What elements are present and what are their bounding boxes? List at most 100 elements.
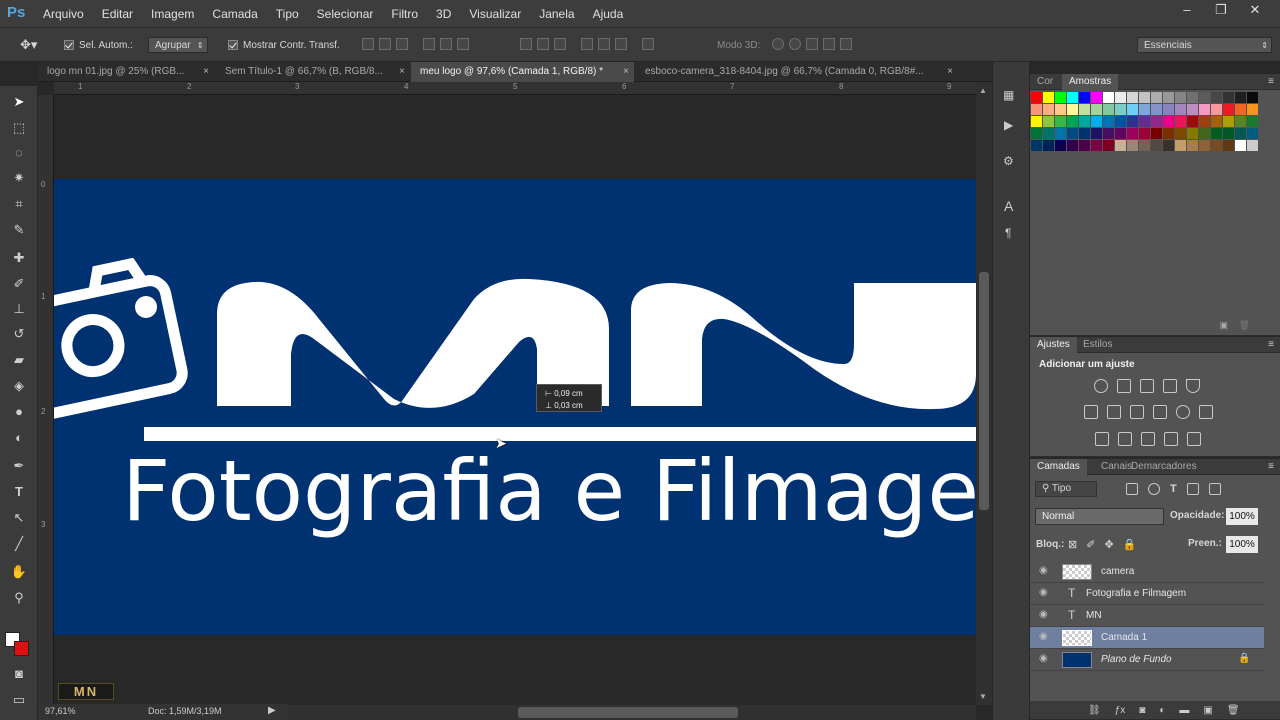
color-swatch[interactable]: [1187, 128, 1198, 139]
menu-filtro[interactable]: Filtro: [382, 7, 427, 21]
color-swatch[interactable]: [1031, 140, 1042, 151]
smart-object-filter-icon[interactable]: [1208, 483, 1221, 495]
color-swatch[interactable]: [1199, 128, 1210, 139]
brush-preset-icon[interactable]: ⚙: [1003, 154, 1014, 168]
brush-tool-icon[interactable]: ✐: [9, 274, 29, 294]
zoom-level[interactable]: 97,61%: [45, 706, 76, 716]
layer-mask-icon[interactable]: ◙: [1139, 705, 1145, 716]
color-swatch[interactable]: [1151, 104, 1162, 115]
color-swatch[interactable]: [1199, 92, 1210, 103]
crop-tool-icon[interactable]: ⌗: [9, 194, 29, 214]
color-swatch[interactable]: [1043, 140, 1054, 151]
distribute-left-icon[interactable]: [581, 38, 593, 50]
color-swatch[interactable]: [1103, 128, 1114, 139]
color-swatch[interactable]: [1139, 128, 1150, 139]
new-group-icon[interactable]: ▬: [1179, 705, 1189, 716]
show-transform-checkbox[interactable]: Mostrar Contr. Transf.: [228, 37, 340, 53]
color-swatch[interactable]: [1223, 92, 1234, 103]
clone-stamp-tool-icon[interactable]: ⊥: [9, 299, 29, 319]
character-panel-icon[interactable]: A: [1004, 198, 1013, 214]
tab-close-icon[interactable]: ×: [399, 62, 405, 82]
lock-all-icon[interactable]: 🔒: [1123, 538, 1137, 551]
align-bottom-icon[interactable]: [396, 38, 408, 50]
color-swatch[interactable]: [1247, 140, 1258, 151]
color-swatch[interactable]: [1115, 104, 1126, 115]
color-swatch[interactable]: [1139, 92, 1150, 103]
tab-camadas[interactable]: Camadas: [1030, 459, 1087, 475]
auto-select-dropdown[interactable]: Agrupar: [148, 37, 208, 53]
color-swatch[interactable]: [1139, 104, 1150, 115]
color-swatch[interactable]: [1091, 140, 1102, 151]
layer-row-fotografia[interactable]: ◉ T Fotografia e Filmagem: [1030, 583, 1264, 605]
pen-tool-icon[interactable]: ✒: [9, 456, 29, 476]
layer-row-mn[interactable]: ◉ T MN: [1030, 605, 1264, 627]
color-swatch[interactable]: [1079, 92, 1090, 103]
menu-editar[interactable]: Editar: [93, 7, 142, 21]
eraser-tool-icon[interactable]: ▰: [9, 350, 29, 370]
delete-swatch-icon[interactable]: 🗑: [1239, 320, 1250, 331]
brightness-contrast-icon[interactable]: [1094, 379, 1108, 393]
color-swatch[interactable]: [1211, 140, 1222, 151]
color-swatch[interactable]: [1115, 92, 1126, 103]
color-swatch[interactable]: [1247, 116, 1258, 127]
lock-transparent-icon[interactable]: ⊠: [1068, 538, 1077, 551]
color-swatch[interactable]: [1055, 128, 1066, 139]
color-lookup-icon[interactable]: [1199, 405, 1213, 419]
align-vcenter-icon[interactable]: [379, 38, 391, 50]
blur-tool-icon[interactable]: ●: [9, 402, 29, 422]
color-swatch[interactable]: [1163, 92, 1174, 103]
color-swatch[interactable]: [1187, 140, 1198, 151]
distribute-hcenter-icon[interactable]: [598, 38, 610, 50]
pixel-filter-icon[interactable]: [1126, 483, 1138, 495]
scroll-thumb[interactable]: [979, 272, 989, 510]
minimize-button[interactable]: –: [1170, 2, 1204, 18]
color-swatch[interactable]: [1103, 92, 1114, 103]
color-swatch[interactable]: [1031, 128, 1042, 139]
distribute-top-icon[interactable]: [520, 38, 532, 50]
posterize-icon[interactable]: [1118, 432, 1132, 446]
color-swatch[interactable]: [1211, 128, 1222, 139]
hand-tool-icon[interactable]: ✋: [9, 562, 29, 582]
black-white-icon[interactable]: [1130, 405, 1144, 419]
color-swatch[interactable]: [1055, 104, 1066, 115]
color-swatch[interactable]: [1211, 116, 1222, 127]
color-swatch[interactable]: [1211, 92, 1222, 103]
3d-scale-icon[interactable]: [840, 38, 852, 50]
color-swatch[interactable]: [1163, 128, 1174, 139]
color-swatch[interactable]: [1199, 140, 1210, 151]
vertical-scrollbar[interactable]: ▲ ▼: [976, 82, 992, 705]
color-swatch[interactable]: [1103, 116, 1114, 127]
threshold-icon[interactable]: [1141, 432, 1155, 446]
layer-row-camada-1[interactable]: ◉ Camada 1: [1030, 627, 1264, 649]
tab-logo-mn-01[interactable]: logo mn 01.jpg @ 25% (RGB... ×: [38, 62, 214, 82]
color-swatch[interactable]: [1067, 128, 1078, 139]
color-swatch[interactable]: [1103, 104, 1114, 115]
adjustment-filter-icon[interactable]: [1148, 483, 1160, 495]
quick-mask-icon[interactable]: ◙: [9, 664, 29, 684]
menu-camada[interactable]: Camada: [203, 7, 266, 21]
auto-select-checkbox[interactable]: Sel. Autom.:: [64, 37, 133, 53]
color-swatch[interactable]: [1043, 128, 1054, 139]
color-swatch[interactable]: [1247, 128, 1258, 139]
invert-icon[interactable]: [1095, 432, 1109, 446]
path-selection-tool-icon[interactable]: ↖: [9, 508, 29, 528]
channel-mixer-icon[interactable]: [1176, 405, 1190, 419]
color-swatch[interactable]: [1043, 116, 1054, 127]
eyedropper-tool-icon[interactable]: ✎: [9, 220, 29, 240]
color-swatch[interactable]: [1163, 116, 1174, 127]
lasso-tool-icon[interactable]: ◌: [9, 143, 29, 163]
swatch-grid[interactable]: [1031, 92, 1271, 182]
color-swatch[interactable]: [1247, 92, 1258, 103]
color-swatch[interactable]: [1139, 116, 1150, 127]
color-swatch[interactable]: [1235, 104, 1246, 115]
close-button[interactable]: ✕: [1238, 2, 1272, 18]
visibility-eye-icon[interactable]: ◉: [1039, 631, 1048, 642]
tab-cor[interactable]: Cor: [1030, 74, 1060, 90]
layer-row-plano-de-fundo[interactable]: ◉ Plano de Fundo 🔒: [1030, 649, 1264, 671]
screen-mode-icon[interactable]: ▭: [9, 690, 29, 710]
exposure-icon[interactable]: [1163, 379, 1177, 393]
blend-mode-dropdown[interactable]: Normal: [1035, 508, 1164, 525]
menu-janela[interactable]: Janela: [530, 7, 583, 21]
tab-estilos[interactable]: Estilos: [1076, 337, 1119, 353]
distribute-right-icon[interactable]: [615, 38, 627, 50]
